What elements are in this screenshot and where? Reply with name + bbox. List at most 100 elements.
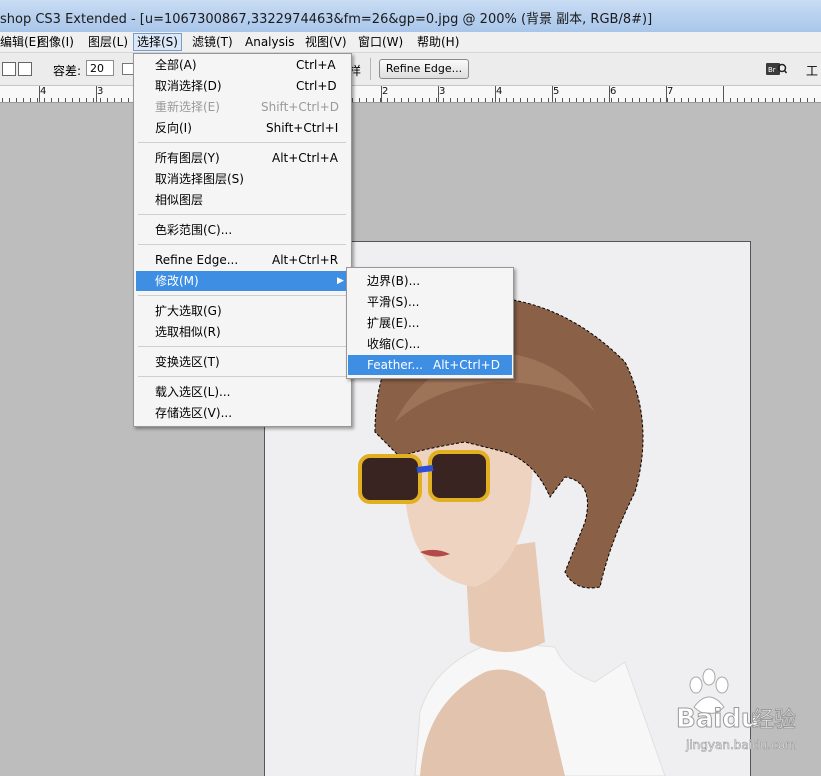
ruler-tick xyxy=(457,98,458,102)
watermark-brand-cn: 经验 xyxy=(752,708,796,733)
ruler-major-tick xyxy=(438,86,439,102)
ruler-major-tick xyxy=(609,86,610,102)
ruler-label: 2 xyxy=(382,86,389,97)
ruler-tick xyxy=(688,98,689,102)
menu-filter[interactable]: 滤镜(T) xyxy=(189,34,236,50)
menu-view[interactable]: 视图(V) xyxy=(302,34,350,50)
ruler-tick xyxy=(737,98,738,102)
ruler-tick xyxy=(527,98,528,102)
options-bar: 容差: 20 样 Refine Edge... Br 工 xyxy=(0,53,821,86)
refine-edge-button[interactable]: Refine Edge... xyxy=(379,59,469,79)
submenu-item-expand[interactable]: 扩展(E)... xyxy=(348,313,512,333)
ruler-tick xyxy=(758,98,759,102)
menu-select[interactable]: 选择(S) xyxy=(133,33,182,51)
ruler-major-tick xyxy=(39,86,40,102)
ruler-tick xyxy=(541,98,542,102)
menu-item-inverse[interactable]: 反向(I) Shift+Ctrl+I xyxy=(136,118,349,138)
ruler-tick xyxy=(492,98,493,102)
ruler-label: 7 xyxy=(667,86,674,97)
ruler-tick xyxy=(555,98,556,102)
submenu-item-border[interactable]: 边界(B)... xyxy=(348,271,512,291)
menu-item-label: 色彩范围(C)... xyxy=(155,223,233,237)
menu-item-select-all[interactable]: 全部(A) Ctrl+A xyxy=(136,55,349,75)
menu-image[interactable]: 图像(I) xyxy=(34,34,77,50)
ruler-tick xyxy=(814,98,815,102)
ruler-tick xyxy=(660,98,661,102)
ruler-tick xyxy=(569,98,570,102)
menu-help[interactable]: 帮助(H) xyxy=(414,34,462,50)
menu-item-save-selection[interactable]: 存储选区(V)... xyxy=(136,403,349,423)
ruler-tick xyxy=(681,98,682,102)
ruler-tick xyxy=(352,98,353,102)
ruler-tick xyxy=(576,98,577,102)
menu-item-label: 相似图层 xyxy=(155,193,204,207)
tolerance-input[interactable]: 20 xyxy=(86,60,114,76)
menu-item-modify[interactable]: 修改(M) ▶ xyxy=(136,271,349,291)
ruler-tick xyxy=(121,98,122,102)
ruler-tick xyxy=(443,98,444,102)
ruler-tick xyxy=(2,98,3,102)
watermark-url: jingyan.baidu.com xyxy=(685,738,797,752)
selection-mode-intersect-icon[interactable] xyxy=(18,62,32,76)
submenu-item-contract[interactable]: 收缩(C)... xyxy=(348,334,512,354)
ruler-major-tick xyxy=(495,86,496,102)
menu-item-color-range[interactable]: 色彩范围(C)... xyxy=(136,220,349,240)
menu-window[interactable]: 窗口(W) xyxy=(355,34,406,50)
menu-item-refine-edge[interactable]: Refine Edge... Alt+Ctrl+R xyxy=(136,250,349,270)
menu-item-shortcut: Ctrl+D xyxy=(296,79,337,93)
menu-item-label: 平滑(S)... xyxy=(367,295,420,309)
ruler-tick xyxy=(58,98,59,102)
select-menu-dropdown: 全部(A) Ctrl+A 取消选择(D) Ctrl+D 重新选择(E) Shif… xyxy=(133,53,352,427)
menu-item-deselect[interactable]: 取消选择(D) Ctrl+D xyxy=(136,76,349,96)
menu-item-label: 取消选择(D) xyxy=(155,79,222,93)
ruler-tick xyxy=(65,98,66,102)
ruler-tick xyxy=(72,98,73,102)
menu-item-load-selection[interactable]: 载入选区(L)... xyxy=(136,382,349,402)
ruler-tick xyxy=(79,98,80,102)
ruler-tick xyxy=(114,98,115,102)
ruler-tick xyxy=(590,98,591,102)
ruler-tick xyxy=(667,98,668,102)
ruler-tick xyxy=(107,98,108,102)
menu-item-label: 变换选区(T) xyxy=(155,355,220,369)
ruler-tick xyxy=(646,98,647,102)
menu-item-similar-layers[interactable]: 相似图层 xyxy=(136,190,349,210)
ruler-label: 3 xyxy=(439,86,446,97)
menu-separator xyxy=(138,376,346,377)
menu-analysis[interactable]: Analysis xyxy=(242,34,297,50)
menu-item-all-layers[interactable]: 所有图层(Y) Alt+Ctrl+A xyxy=(136,148,349,168)
submenu-item-smooth[interactable]: 平滑(S)... xyxy=(348,292,512,312)
ruler-tick xyxy=(751,98,752,102)
menu-item-shortcut: Shift+Ctrl+D xyxy=(261,100,339,114)
menu-layer[interactable]: 图层(L) xyxy=(85,34,131,50)
ruler-tick xyxy=(730,98,731,102)
ruler-tick xyxy=(16,98,17,102)
menu-item-shortcut: Alt+Ctrl+R xyxy=(272,253,339,267)
menu-item-similar[interactable]: 选取相似(R) xyxy=(136,322,349,342)
menu-item-label: 存储选区(V)... xyxy=(155,406,233,420)
selection-mode-add-icon[interactable] xyxy=(2,62,16,76)
ruler-tick xyxy=(709,98,710,102)
modify-submenu: 边界(B)... 平滑(S)... 扩展(E)... 收缩(C)... Feat… xyxy=(346,267,514,379)
menu-item-label: 所有图层(Y) xyxy=(155,151,220,165)
menu-item-transform-selection[interactable]: 变换选区(T) xyxy=(136,352,349,372)
menu-item-shortcut: Shift+Ctrl+I xyxy=(266,121,339,135)
submenu-item-feather[interactable]: Feather... Alt+Ctrl+D xyxy=(348,355,512,375)
ruler-tick xyxy=(37,98,38,102)
ruler-tick xyxy=(23,98,24,102)
menu-separator xyxy=(138,214,346,215)
menu-item-label: 反向(I) xyxy=(155,121,192,135)
menu-item-grow[interactable]: 扩大选取(G) xyxy=(136,301,349,321)
menu-item-label: 扩大选取(G) xyxy=(155,304,222,318)
ruler-tick xyxy=(653,98,654,102)
horizontal-ruler: 4 3 2 3 4 5 6 7 xyxy=(0,86,821,103)
menu-item-deselect-layers[interactable]: 取消选择图层(S) xyxy=(136,169,349,189)
ruler-tick xyxy=(562,98,563,102)
ruler-tick xyxy=(744,98,745,102)
ruler-tick xyxy=(100,98,101,102)
ruler-tick xyxy=(800,98,801,102)
ruler-tick xyxy=(674,98,675,102)
ruler-label: 3 xyxy=(97,86,104,97)
ruler-tick xyxy=(450,98,451,102)
bridge-icon[interactable]: Br xyxy=(765,61,787,77)
